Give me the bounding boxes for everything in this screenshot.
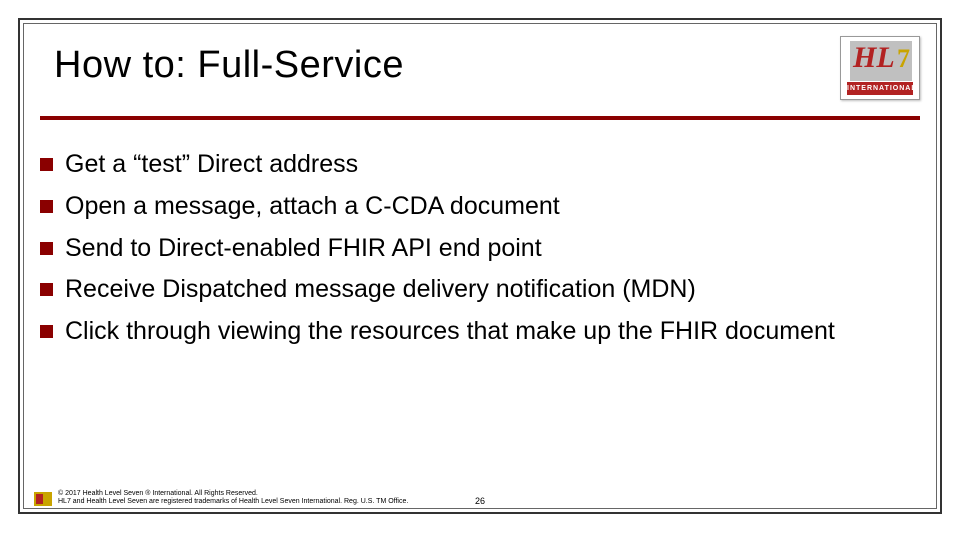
slide: How to: Full-Service HL 7 INTERNATIONAL … [0,0,960,540]
list-item: Receive Dispatched message delivery noti… [40,273,920,307]
title-row: How to: Full-Service HL 7 INTERNATIONAL [54,36,920,100]
bullet-text: Open a message, attach a C-CDA document [65,190,560,224]
bullet-icon [40,200,53,213]
hl7-logo-hl: HL [853,43,895,73]
list-item: Get a “test” Direct address [40,148,920,182]
bullet-list: Get a “test” Direct address Open a messa… [40,148,920,357]
bullet-text: Receive Dispatched message delivery noti… [65,273,696,307]
hl7-small-logo-icon [34,492,52,506]
bullet-icon [40,242,53,255]
bullet-icon [40,283,53,296]
page-number: 26 [475,496,485,506]
hl7-logo-banner: INTERNATIONAL [847,82,913,95]
list-item: Send to Direct-enabled FHIR API end poin… [40,232,920,266]
list-item: Click through viewing the resources that… [40,315,920,349]
footer-line-1: © 2017 Health Level Seven ® Internationa… [58,490,408,498]
title-divider [40,116,920,120]
hl7-logo: HL 7 INTERNATIONAL [840,36,920,100]
bullet-text: Click through viewing the resources that… [65,315,835,349]
slide-title: How to: Full-Service [54,44,404,87]
footer-text: © 2017 Health Level Seven ® Internationa… [58,490,408,506]
bullet-text: Send to Direct-enabled FHIR API end poin… [65,232,542,266]
bullet-icon [40,158,53,171]
hl7-logo-inner: HL 7 INTERNATIONAL [840,36,920,100]
bullet-text: Get a “test” Direct address [65,148,358,182]
bullet-icon [40,325,53,338]
footer-line-2: HL7 and Health Level Seven are registere… [58,498,408,506]
list-item: Open a message, attach a C-CDA document [40,190,920,224]
hl7-logo-seven: 7 [897,46,910,72]
